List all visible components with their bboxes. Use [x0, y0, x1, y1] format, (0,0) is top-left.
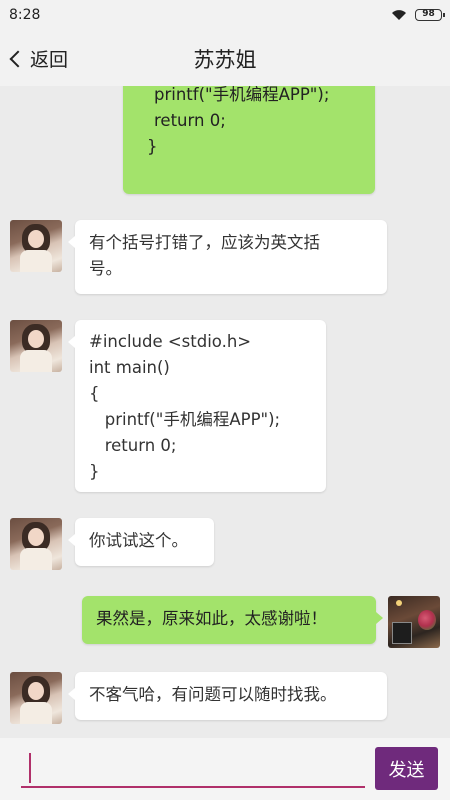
message-bubble-received[interactable]: #include <stdio.h> int main() { printf("…	[68, 320, 326, 492]
title-bar: 返回 苏苏姐	[0, 30, 450, 86]
message-bubble-received[interactable]: 不客气哈，有问题可以随时找我。	[68, 672, 387, 720]
avatar[interactable]	[10, 220, 62, 272]
status-bar: 8:28 98	[0, 0, 450, 30]
message-text: }	[147, 137, 158, 156]
input-bar: 发送	[0, 738, 450, 800]
message-bubble-received[interactable]: 有个括号打错了，应该为英文括 号。	[68, 220, 387, 294]
message-text: 你试试这个。	[89, 531, 188, 550]
send-button[interactable]: 发送	[375, 747, 438, 790]
message-bubble-received[interactable]: 你试试这个。	[68, 518, 214, 566]
message-text: 有个括号打错了，应该为英文括	[89, 233, 320, 252]
status-time: 8:28	[9, 7, 41, 23]
message-bubble-sent[interactable]: 果然是，原来如此，太感谢啦！	[82, 596, 383, 644]
message-text: #include <stdio.h>	[89, 332, 252, 351]
message-text: 不客气哈，有问题可以随时找我。	[89, 685, 337, 704]
battery-icon: 98	[415, 9, 445, 21]
text-cursor	[29, 753, 31, 783]
message-text: 号。	[89, 259, 122, 278]
avatar[interactable]	[10, 518, 62, 570]
message-text: }	[89, 462, 100, 481]
message-text: return 0;	[154, 111, 226, 130]
message-text: printf("手机编程APP");	[154, 86, 330, 104]
chat-message-list[interactable]: printf("手机编程APP"); return 0; } 有个括号打错了，应…	[0, 86, 450, 738]
wifi-icon	[392, 10, 406, 20]
message-bubble-sent[interactable]: printf("手机编程APP"); return 0; }	[123, 86, 375, 194]
message-text: int main()	[89, 358, 170, 377]
avatar[interactable]	[10, 672, 62, 724]
page-title: 苏苏姐	[193, 48, 257, 72]
avatar[interactable]	[388, 596, 440, 648]
message-text: printf("手机编程APP");	[89, 410, 281, 429]
avatar[interactable]	[10, 320, 62, 372]
message-input[interactable]	[21, 748, 365, 788]
message-text: return 0;	[89, 436, 177, 455]
message-text: 果然是，原来如此，太感谢啦！	[96, 609, 327, 628]
message-text: {	[89, 384, 100, 403]
